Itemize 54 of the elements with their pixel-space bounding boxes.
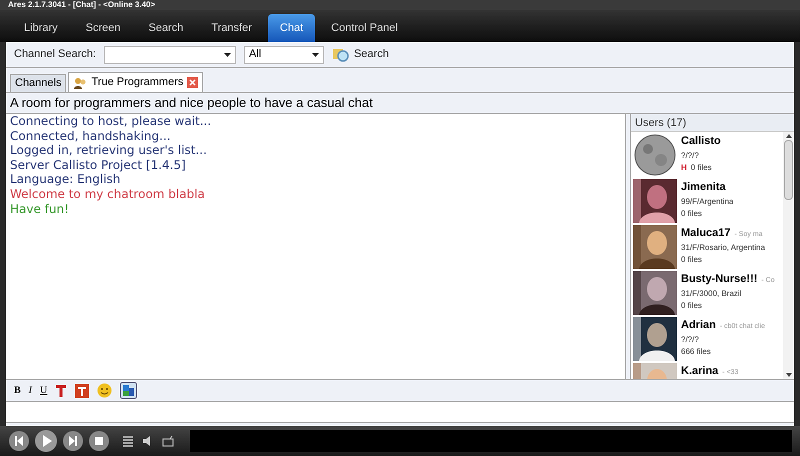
user-name[interactable]: Busty-Nurse!!!: [681, 271, 758, 288]
user-name[interactable]: K.arina: [681, 363, 718, 379]
nav-tab[interactable]: Screen: [74, 14, 132, 42]
file-count: 666 files: [681, 346, 711, 358]
chat-log: Connecting to host, please wait... Connected, handshaking... Logged in, retrieving user's list... Server Callisto Project [1.4.5] Language: English Welcome to my chatroom blabla Have fun!: [6, 114, 626, 379]
room-tab[interactable]: True Programmers: [68, 72, 204, 92]
user-name[interactable]: Maluca17: [681, 225, 731, 242]
user-flag-label: H: [681, 162, 687, 174]
file-count: 0 files: [681, 208, 702, 220]
text-color-icon[interactable]: [55, 384, 68, 398]
nav-tab[interactable]: Chat: [268, 14, 316, 42]
file-count: 0 files: [681, 300, 702, 312]
users-header: Users (17): [631, 114, 794, 132]
nav-tab[interactable]: Search: [136, 14, 196, 42]
user-info: 99/F/Argentina: [681, 196, 734, 208]
underline-button[interactable]: U: [40, 383, 48, 398]
nav-tab[interactable]: Transfer: [199, 14, 264, 42]
field-label: Channel Search:: [14, 47, 96, 62]
channel-search-field[interactable]: [104, 46, 236, 64]
scroll-down-icon[interactable]: [786, 373, 792, 377]
window-title: Ares 2.1.7.3041 - [Chat] - <Online 3.40>: [8, 0, 156, 10]
dropdown-arrow-icon: [224, 52, 231, 56]
file-count: 0 files: [681, 254, 702, 266]
image-icon[interactable]: [120, 382, 138, 399]
stop-icon[interactable]: [88, 430, 110, 452]
scrollbar[interactable]: [783, 132, 794, 379]
bold-button[interactable]: B: [14, 383, 21, 398]
nav-tab[interactable]: Control Panel: [319, 14, 410, 42]
user-info: 31/F/Rosario, Argentina: [681, 242, 766, 254]
dropdown-arrow-icon: [312, 52, 319, 56]
user-name[interactable]: Jimenita: [681, 179, 726, 196]
playlist-icon[interactable]: [122, 435, 134, 447]
scroll-up-icon[interactable]: [786, 134, 792, 138]
message-input[interactable]: [6, 401, 794, 423]
nav-tab[interactable]: Library: [12, 14, 70, 42]
scroll-thumb[interactable]: [784, 140, 793, 200]
background-color-icon[interactable]: [75, 384, 90, 398]
italic-button[interactable]: I: [28, 383, 32, 398]
user-name[interactable]: Adrian: [681, 317, 716, 334]
play-icon[interactable]: [34, 429, 58, 453]
room-tab[interactable]: Channels: [10, 74, 66, 92]
close-icon[interactable]: [187, 77, 198, 88]
smiley-icon[interactable]: [97, 383, 112, 398]
user-name[interactable]: Callisto: [681, 133, 721, 150]
user-info: 31/F/3000, Brazil: [681, 288, 742, 300]
search-button[interactable]: Search: [332, 46, 389, 64]
next-icon[interactable]: [62, 430, 84, 452]
file-count: 0 files: [690, 162, 712, 174]
radio-icon[interactable]: [162, 435, 174, 447]
user-info: ?/?/?: [681, 150, 700, 162]
filter-dropdown[interactable]: All: [244, 46, 324, 64]
users-icon: [73, 76, 88, 88]
user-info: ?/?/?: [681, 334, 700, 346]
previous-icon[interactable]: [8, 430, 30, 452]
